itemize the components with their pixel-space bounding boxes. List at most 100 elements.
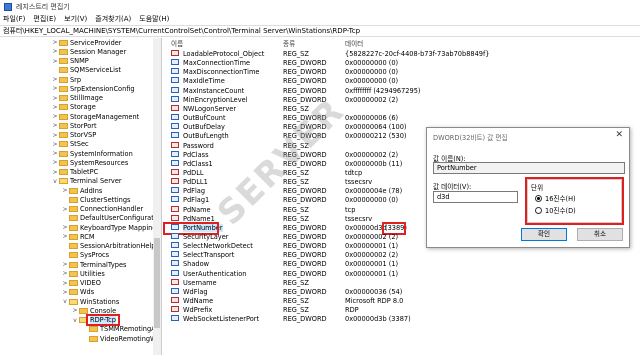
tree-node[interactable]: > StorVSP: [52, 131, 96, 140]
expand-icon[interactable]: >: [72, 307, 78, 314]
tree-node[interactable]: > KeyboardType Mapping: [62, 223, 156, 232]
tree-node[interactable]: DefaultUserConfiguration: [62, 214, 161, 223]
value-data: 0x00000000 (0): [345, 68, 399, 77]
tree-node[interactable]: > StorageManagement: [52, 112, 139, 121]
tree-node[interactable]: > Storage: [52, 103, 95, 112]
value-row[interactable]: WdFlag REG_DWORD 0x00000036 (54): [163, 287, 640, 297]
value-row[interactable]: WdName REG_SZ Microsoft RDP 8.0: [163, 297, 640, 306]
cancel-button[interactable]: 취소: [577, 228, 623, 241]
scrollbar-thumb[interactable]: [154, 238, 160, 328]
tree-node[interactable]: SysProcs: [62, 251, 109, 260]
expand-icon[interactable]: >: [52, 169, 58, 176]
value-row[interactable]: MaxConnectionTime REG_DWORD 0x00000000 (0): [163, 59, 640, 68]
tree-node[interactable]: v Terminal Server: [52, 177, 121, 186]
value-name: NWLogonServer: [183, 104, 237, 113]
expand-icon[interactable]: >: [62, 187, 68, 194]
tree-node[interactable]: VideoRemotingWindo: [82, 334, 161, 343]
tree-node[interactable]: > RCM: [62, 232, 94, 241]
tree-node[interactable]: > SystemResources: [52, 158, 128, 167]
tree-node[interactable]: > AddIns: [62, 186, 102, 195]
menu-item[interactable]: 보기(V): [64, 14, 87, 24]
column-data-header[interactable]: 데이터: [345, 38, 363, 48]
address-bar[interactable]: 컴퓨터\HKEY_LOCAL_MACHINE\SYSTEM\CurrentCon…: [0, 25, 640, 37]
value-row[interactable]: MaxDisconnectionTime REG_DWORD 0x00000000 …: [163, 68, 640, 77]
expand-icon[interactable]: >: [52, 95, 58, 102]
column-type-header[interactable]: 종류: [283, 38, 295, 48]
expand-icon[interactable]: >: [52, 113, 58, 120]
value-row[interactable]: NWLogonServer REG_SZ: [163, 104, 640, 114]
expand-icon[interactable]: >: [62, 233, 68, 240]
tree-node[interactable]: > Utilities: [62, 269, 104, 278]
value-data-field[interactable]: d3d: [433, 191, 518, 203]
value-row[interactable]: MaxIdleTime REG_DWORD 0x00000000 (0): [163, 77, 640, 86]
value-row[interactable]: Username REG_SZ: [163, 278, 640, 288]
expand-icon[interactable]: v: [52, 178, 58, 185]
tree-node[interactable]: > StorPort: [52, 121, 96, 130]
menu-item[interactable]: 즐겨찾기(A): [95, 14, 131, 24]
value-row[interactable]: UserAuthentication REG_DWORD 0x00000001 (1…: [163, 269, 640, 279]
value-name: UserAuthentication: [183, 269, 247, 278]
value-type: REG_DWORD: [283, 251, 327, 260]
folder-icon: [69, 215, 78, 222]
expand-icon[interactable]: v: [72, 317, 78, 324]
expand-icon[interactable]: >: [52, 76, 58, 83]
expand-icon[interactable]: >: [52, 48, 58, 55]
value-row[interactable]: MinEncryptionLevel REG_DWORD 0x00000002 (2…: [163, 95, 640, 105]
tree-node[interactable]: > SNMP: [52, 57, 88, 66]
expand-icon[interactable]: >: [52, 141, 58, 148]
column-name-header[interactable]: 이름: [171, 38, 183, 48]
menu-item[interactable]: 도움말(H): [139, 14, 169, 24]
tree-node[interactable]: v RDP-Tcp: [72, 313, 120, 326]
tree-scrollbar[interactable]: [153, 38, 161, 355]
expand-icon[interactable]: >: [52, 150, 58, 157]
expand-icon[interactable]: >: [62, 280, 68, 287]
close-icon[interactable]: ✕: [615, 130, 623, 140]
value-data: 0x0000000b (11): [345, 159, 403, 168]
tree-node[interactable]: > SrpExtensionConfig: [52, 84, 134, 93]
expand-icon[interactable]: >: [62, 289, 68, 296]
tree-node[interactable]: v WinStations: [62, 297, 119, 306]
expand-icon[interactable]: v: [62, 298, 68, 305]
value-row[interactable]: LoadableProtocol_Object REG_SZ {5828227c-2…: [163, 50, 640, 59]
tree-node[interactable]: > ServiceProvider: [52, 38, 121, 47]
tree-node[interactable]: > Wds: [62, 288, 94, 297]
tree-node-label: Session Manager: [70, 47, 127, 56]
tree-node[interactable]: ClusterSettings: [62, 195, 130, 204]
menu-item[interactable]: 편집(E): [33, 14, 56, 24]
value-row[interactable]: MaxInstanceCount REG_DWORD 0xffffffff (429…: [163, 86, 640, 96]
expand-icon[interactable]: >: [62, 206, 68, 213]
tree-node-label: SQMServiceList: [70, 66, 121, 75]
expand-icon[interactable]: >: [52, 58, 58, 65]
expand-icon[interactable]: >: [52, 104, 58, 111]
tree-node[interactable]: > TerminalTypes: [62, 260, 126, 269]
tree-node[interactable]: > StSec: [52, 140, 88, 149]
expand-icon[interactable]: >: [62, 224, 68, 231]
expand-icon[interactable]: >: [62, 270, 68, 277]
tree-node[interactable]: > VIDEO: [62, 279, 100, 288]
tree-node[interactable]: SessionArbitrationHelper: [62, 242, 161, 251]
value-row[interactable]: SelectTransport REG_DWORD 0x00000002 (2): [163, 251, 640, 260]
expand-icon[interactable]: >: [52, 159, 58, 166]
tree-node[interactable]: > TabletPC: [52, 168, 98, 177]
tree-node[interactable]: > Session Manager: [52, 47, 126, 56]
value-row[interactable]: WebSocketListenerPort REG_DWORD 0x00000d3b…: [163, 315, 640, 324]
expand-icon[interactable]: >: [62, 261, 68, 268]
tree-node[interactable]: > StillImage: [52, 94, 102, 103]
tree-node[interactable]: SQMServiceList: [52, 66, 121, 75]
tree-node[interactable]: > Srp: [52, 75, 81, 84]
expand-icon[interactable]: >: [52, 132, 58, 139]
expand-icon[interactable]: >: [52, 85, 58, 92]
value-data: 0x00000000 (0): [345, 196, 399, 205]
value-name: WdPrefix: [183, 306, 213, 315]
tree-node[interactable]: > ConnectionHandler: [62, 205, 143, 214]
ok-button[interactable]: 확인: [521, 228, 567, 241]
expand-icon[interactable]: >: [52, 122, 58, 129]
expand-icon[interactable]: >: [52, 39, 58, 46]
value-row[interactable]: WdPrefix REG_SZ RDP: [163, 306, 640, 315]
binary-value-icon: [171, 59, 179, 66]
tree-node[interactable]: TSMMRemotingAllow: [82, 325, 161, 334]
value-row[interactable]: OutBufCount REG_DWORD 0x00000006 (6): [163, 114, 640, 123]
tree-node[interactable]: > SystemInformation: [52, 149, 132, 158]
value-row[interactable]: Shadow REG_DWORD 0x00000001 (1): [163, 260, 640, 269]
menu-item[interactable]: 파일(F): [3, 14, 25, 24]
